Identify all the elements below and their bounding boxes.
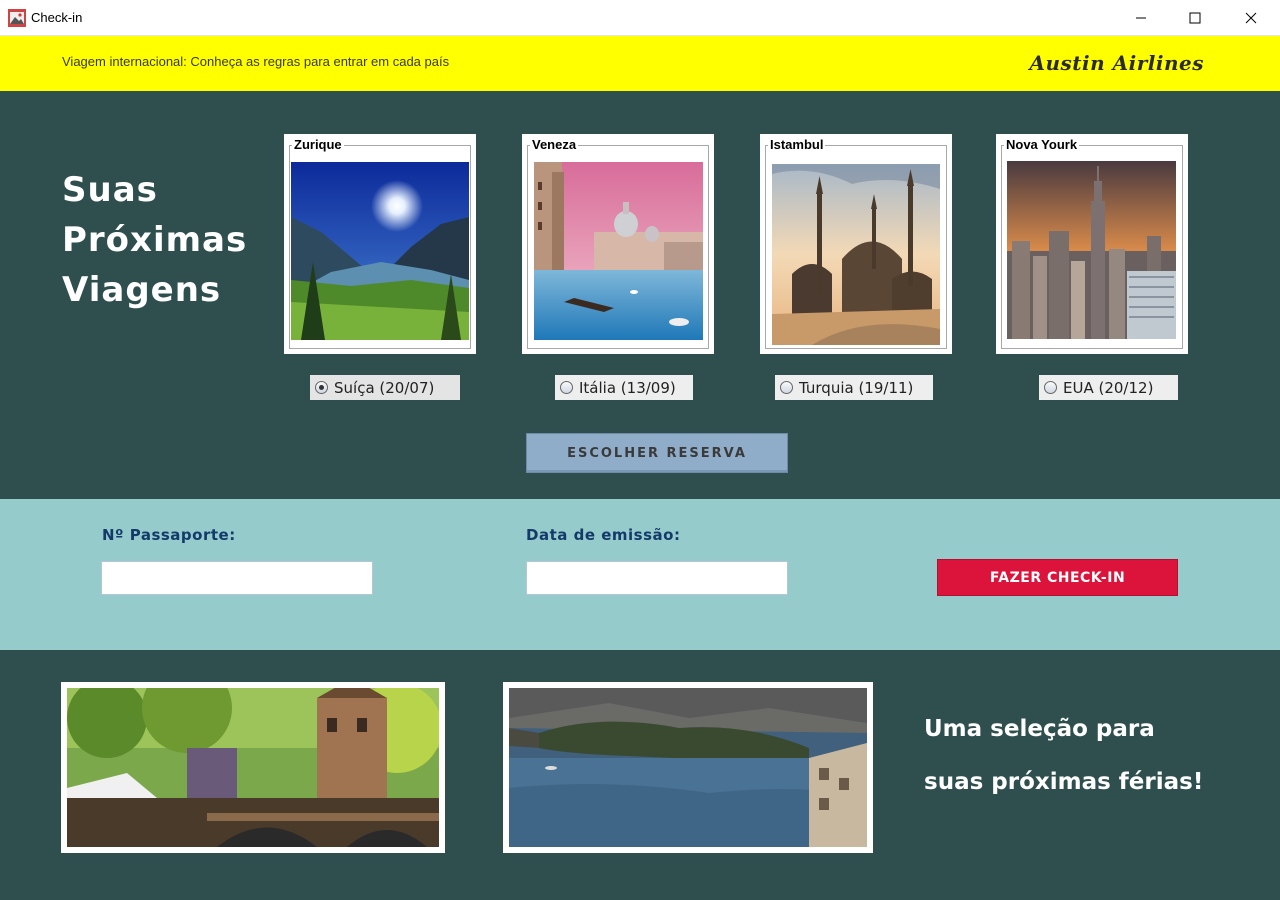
maximize-icon: [1189, 12, 1201, 24]
card-title: Veneza: [530, 137, 579, 152]
destination-card-veneza: Veneza: [522, 134, 714, 354]
close-button[interactable]: [1228, 0, 1274, 36]
page-title: Suas Próximas Viagens: [62, 165, 247, 315]
tagline-line-1: Uma seleção para: [924, 716, 1155, 742]
radio-label: Suíça (20/07): [334, 378, 435, 397]
venice-canal-photo: [534, 162, 703, 340]
passport-label: Nº Passaporte:: [102, 526, 236, 544]
passport-input[interactable]: [101, 561, 373, 595]
radio-italia[interactable]: Itália (13/09): [555, 375, 693, 400]
promo-section: Uma seleção para suas próximas férias!: [0, 650, 1280, 900]
card-title: Nova Yourk: [1004, 137, 1080, 152]
info-banner: Viagem internacional: Conheça as regras …: [0, 36, 1280, 91]
tagline-line-2: suas próximas férias!: [924, 769, 1204, 795]
app-icon: [8, 9, 26, 27]
card-title: Istambul: [768, 137, 826, 152]
radio-suica[interactable]: Suíça (20/07): [310, 375, 460, 400]
destination-card-zurique: Zurique: [284, 134, 476, 354]
radio-eua[interactable]: EUA (20/12): [1039, 375, 1178, 400]
mosque-skyline-photo: [772, 164, 940, 345]
trips-section: Suas Próximas Viagens Zurique Veneza Ist…: [0, 91, 1280, 499]
choose-reservation-button[interactable]: ESCOLHER RESERVA: [526, 433, 788, 473]
heading-line: Suas: [62, 170, 158, 210]
coastal-bay-photo: [509, 688, 867, 847]
close-icon: [1245, 12, 1257, 24]
destination-card-istambul: Istambul: [760, 134, 952, 354]
radio-turquia[interactable]: Turquia (19/11): [775, 375, 933, 400]
card-title: Zurique: [292, 137, 344, 152]
radio-button-icon: [560, 381, 573, 394]
maximize-button[interactable]: [1172, 0, 1218, 36]
radio-button-icon: [1044, 381, 1057, 394]
banner-text: Viagem internacional: Conheça as regras …: [62, 54, 450, 69]
radio-label: Itália (13/09): [579, 378, 676, 397]
radio-label: Turquia (19/11): [799, 378, 914, 397]
destination-card-nova-yourk: Nova Yourk: [996, 134, 1188, 354]
radio-label: EUA (20/12): [1063, 378, 1154, 397]
manhattan-skyline-photo: [1007, 161, 1176, 339]
issue-date-input[interactable]: [526, 561, 788, 595]
checkin-form: Nº Passaporte: Data de emissão: FAZER CH…: [0, 499, 1280, 650]
issue-date-label: Data de emissão:: [526, 526, 681, 544]
photo-frame: [61, 682, 445, 853]
radio-button-icon: [780, 381, 793, 394]
heading-line: Viagens: [62, 270, 222, 310]
minimize-button[interactable]: [1118, 0, 1164, 36]
radio-button-icon: [315, 381, 328, 394]
minimize-icon: [1136, 17, 1146, 19]
heading-line: Próximas: [62, 220, 248, 260]
alps-lake-photo: [291, 162, 469, 340]
window-title: Check-in: [31, 10, 83, 25]
checkin-button[interactable]: FAZER CHECK-IN: [937, 559, 1178, 596]
canal-city-photo: [67, 688, 439, 847]
window-titlebar: Check-in: [0, 0, 1280, 36]
photo-frame: [503, 682, 873, 853]
brand-logo: Austin Airlines: [1029, 51, 1204, 75]
